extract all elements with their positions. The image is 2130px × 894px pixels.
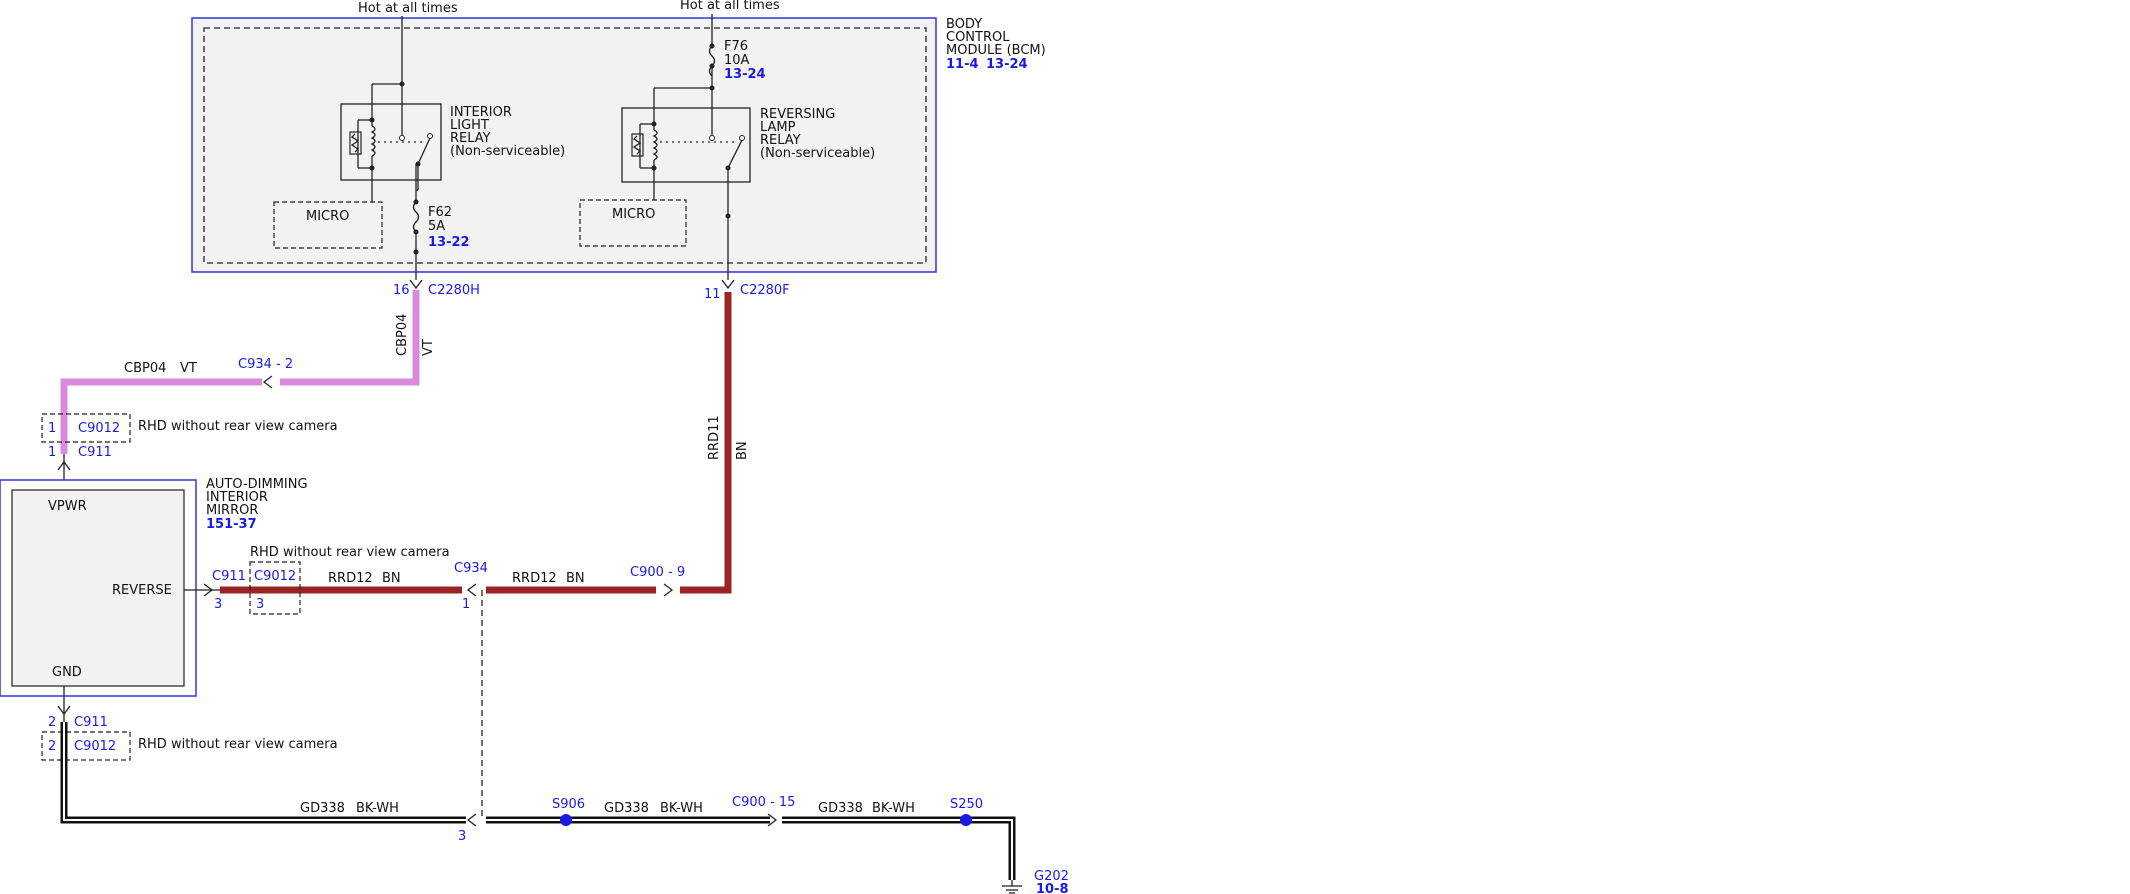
- c911-bot-name[interactable]: C911: [74, 715, 108, 730]
- relay-contact: [739, 135, 745, 141]
- junction-dot: [651, 165, 657, 171]
- c2280f-name[interactable]: C2280F: [740, 283, 790, 298]
- cbp04-vertical-color: VT: [421, 339, 436, 356]
- rrd12-left-circuit: RRD12: [328, 571, 373, 586]
- rhd-note-mid: RHD without rear view camera: [250, 545, 450, 560]
- junction-dot: [725, 165, 731, 171]
- fuse-f62-ref-link[interactable]: 13-22: [428, 235, 470, 250]
- bcm-ref-link-1[interactable]: 11-4: [946, 57, 979, 72]
- mirror-name-line-3: MIRROR: [206, 503, 258, 518]
- gd338-b-color: BK-WH: [660, 801, 703, 816]
- fuse-f62-rating: 5A: [428, 219, 445, 234]
- wire-gd338-bkwh-c-inner: [782, 819, 1013, 880]
- gd338-c-color: BK-WH: [872, 801, 915, 816]
- wire-gd338-bkwh-c-outer: [782, 816, 1016, 880]
- micro-label-right: MICRO: [612, 207, 655, 222]
- rrd12-right-color: BN: [566, 571, 585, 586]
- c9012-top-pin: 1: [48, 421, 56, 436]
- c2280f-pin: 11: [704, 287, 721, 302]
- connector-c934-arrow: [466, 583, 477, 597]
- c900-9-label[interactable]: C900 - 9: [630, 565, 685, 580]
- c934-2-label[interactable]: C934 - 2: [238, 357, 293, 372]
- splice-s906[interactable]: [560, 814, 572, 826]
- c934-pin-1: 1: [462, 597, 470, 612]
- connector-arrow-c2280h: [409, 279, 423, 290]
- rrd12-left-color: BN: [382, 571, 401, 586]
- bcm-ref-link-2[interactable]: 13-24: [986, 57, 1028, 72]
- wire-gd338-bkwh-c[interactable]: [782, 816, 1016, 880]
- reversing-relay-label-4: (Non-serviceable): [760, 146, 875, 161]
- fuse-f76-rating: 10A: [724, 53, 750, 68]
- interior-relay-label-4: (Non-serviceable): [450, 144, 565, 159]
- cbp04-horizontal-circuit: CBP04: [124, 361, 166, 376]
- junction-dot: [651, 121, 657, 127]
- c911-mid-name[interactable]: C911: [212, 569, 246, 584]
- c911-mid-pin: 3: [214, 597, 222, 612]
- junction-dot: [369, 165, 375, 171]
- c9012-top-name[interactable]: C9012: [78, 421, 120, 436]
- junction-dot: [709, 63, 715, 69]
- junction-dot: [709, 43, 715, 49]
- connector-c934-2-arrow: [262, 375, 273, 389]
- rrd12-right-circuit: RRD12: [512, 571, 557, 586]
- junction-dot: [369, 117, 375, 123]
- c9012-mid-pin: 3: [256, 597, 264, 612]
- splice-s250[interactable]: [960, 814, 972, 826]
- c911-top-pin: 1: [48, 445, 56, 460]
- c911-top-name[interactable]: C911: [78, 445, 112, 460]
- connector-c900-9-arrow: [663, 583, 674, 597]
- rhd-note-bot: RHD without rear view camera: [138, 737, 338, 752]
- fuse-f62-name: F62: [428, 205, 452, 220]
- c900-15-label[interactable]: C900 - 15: [732, 795, 795, 810]
- connector-c934-3-arrow: [466, 813, 477, 827]
- gd338-b-circuit: GD338: [604, 801, 649, 816]
- ground-ref-link[interactable]: 10-8: [1036, 882, 1069, 894]
- mirror-vpwr-label: VPWR: [48, 499, 87, 514]
- c934-pin-3: 3: [458, 829, 466, 844]
- c2280h-pin: 16: [393, 283, 410, 298]
- cbp04-horizontal-color: VT: [180, 361, 197, 376]
- junction-dot: [413, 229, 419, 235]
- c911-bot-pin: 2: [48, 715, 56, 730]
- gd338-c-circuit: GD338: [818, 801, 863, 816]
- splice-s906-label: S906: [552, 797, 585, 812]
- c9012-mid-name[interactable]: C9012: [254, 569, 296, 584]
- fuse-f76-name: F76: [724, 39, 748, 54]
- relay-contact: [709, 135, 715, 141]
- mirror-gnd-label: GND: [52, 665, 82, 680]
- hot-label-right: Hot at all times: [680, 0, 780, 13]
- c9012-bot-pin: 2: [48, 739, 56, 754]
- micro-label-left: MICRO: [306, 209, 349, 224]
- junction-dot: [725, 213, 731, 219]
- c2280h-name[interactable]: C2280H: [428, 283, 480, 298]
- rhd-note-top: RHD without rear view camera: [138, 419, 338, 434]
- cbp04-vertical-circuit: CBP04: [395, 314, 410, 356]
- relay-contact: [427, 133, 433, 139]
- rrd11-color: BN: [735, 441, 750, 460]
- c934-label[interactable]: C934: [454, 561, 488, 576]
- wiring-diagram: BODY CONTROL MODULE (BCM) 11-4 13-24 Hot…: [0, 0, 1069, 894]
- relay-contact: [399, 135, 405, 141]
- connector-arrow-c2280f: [721, 279, 735, 290]
- mirror-ref-link[interactable]: 151-37: [206, 517, 257, 532]
- hot-label-left: Hot at all times: [358, 1, 458, 16]
- fuse-f76-ref-link[interactable]: 13-24: [724, 67, 766, 82]
- wire-cbp04-vt[interactable]: [60, 378, 262, 454]
- bcm-name-line-3: MODULE (BCM): [946, 43, 1046, 58]
- c9012-bot-name[interactable]: C9012: [74, 739, 116, 754]
- splice-s250-label: S250: [950, 797, 983, 812]
- gd338-a-color: BK-WH: [356, 801, 399, 816]
- mirror-reverse-label: REVERSE: [112, 583, 172, 598]
- gd338-a-circuit: GD338: [300, 801, 345, 816]
- ground-g202-icon: [1002, 880, 1022, 894]
- junction-dot: [413, 249, 419, 255]
- rrd11-circuit: RRD11: [707, 415, 722, 460]
